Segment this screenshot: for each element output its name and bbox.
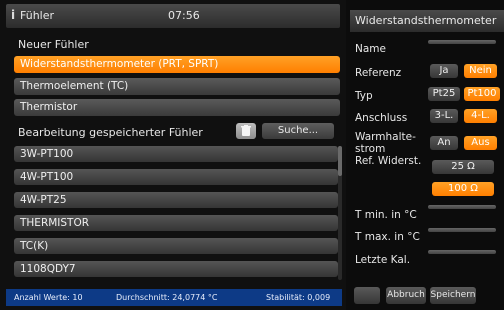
name-label: Name: [355, 43, 386, 55]
probe-type-rtd[interactable]: Widerstandsthermometer (PRT, SPRT): [14, 56, 340, 73]
new-probe-heading: Neuer Fühler: [18, 38, 89, 51]
scroll-thumb[interactable]: [338, 146, 342, 176]
value-count: Anzahl Werte: 10: [14, 293, 83, 302]
name-input[interactable]: [428, 40, 496, 44]
saved-probe-item[interactable]: TC(K): [14, 238, 338, 254]
connection-label: Anschluss: [355, 112, 408, 124]
probe-type-thermistor[interactable]: Thermistor: [14, 99, 340, 116]
reference-no-button[interactable]: Nein: [464, 64, 497, 78]
trash-icon: [241, 125, 251, 136]
saved-probe-item[interactable]: 4W-PT100: [14, 169, 338, 185]
average-value: Durchschnitt: 24,0774 °C: [116, 293, 218, 302]
type-pt25-button[interactable]: Pt25: [428, 87, 460, 101]
cancel-button[interactable]: Abbruch: [386, 287, 426, 304]
tmin-input[interactable]: [428, 205, 496, 209]
last-cal-label: Letzte Kal.: [355, 254, 411, 266]
type-label: Typ: [355, 90, 373, 102]
clock: 07:56: [168, 9, 200, 22]
blank-button[interactable]: [354, 287, 380, 304]
probe-list-panel: i Fühler 07:56 Neuer Fühler Widerstandst…: [0, 0, 346, 310]
tmax-input[interactable]: [428, 228, 496, 232]
stability-value: Stabilität: 0,009: [266, 293, 331, 302]
reference-yes-button[interactable]: Ja: [430, 64, 458, 78]
list-scrollbar[interactable]: [338, 146, 342, 280]
last-cal-input[interactable]: [428, 250, 496, 254]
tmin-label: T min. in °C: [355, 209, 417, 221]
type-pt100-button[interactable]: Pt100: [464, 87, 500, 101]
panel-title: Fühler: [20, 9, 55, 22]
tmax-label: T max. in °C: [355, 231, 420, 243]
ref-resistance-label: Ref. Widerst.: [355, 155, 422, 167]
warmhold-off-button[interactable]: Aus: [464, 136, 497, 150]
saved-probe-item[interactable]: THERMISTOR: [14, 215, 338, 231]
probe-type-thermocouple[interactable]: Thermoelement (TC): [14, 78, 340, 95]
warmhold-label: Warmhalte-strom: [355, 131, 416, 155]
save-button[interactable]: Speichern: [430, 287, 476, 304]
search-button[interactable]: Suche...: [262, 123, 334, 139]
connection-4wire-button[interactable]: 4-L.: [464, 109, 497, 123]
ref-resistance-100-button[interactable]: 100 Ω: [432, 182, 494, 196]
delete-button[interactable]: [236, 123, 256, 139]
saved-probes-heading: Bearbeitung gespeicherter Fühler: [18, 126, 203, 139]
saved-probe-item[interactable]: 3W-PT100: [14, 146, 338, 162]
saved-probe-item[interactable]: 1108QDY7: [14, 261, 338, 277]
info-icon[interactable]: i: [11, 8, 15, 22]
status-bar: Anzahl Werte: 10 Durchschnitt: 24,0774 °…: [6, 289, 342, 306]
saved-probe-item[interactable]: 4W-PT25: [14, 192, 338, 208]
ref-resistance-25-button[interactable]: 25 Ω: [432, 160, 494, 174]
title-bar: i Fühler 07:56: [6, 4, 340, 28]
connection-3wire-button[interactable]: 3-L.: [430, 109, 458, 123]
editor-title: Widerstandsthermometer: [350, 10, 504, 32]
reference-label: Referenz: [355, 67, 402, 79]
warmhold-on-button[interactable]: An: [430, 136, 458, 150]
probe-editor-panel: Widerstandsthermometer Name Referenz Ja …: [350, 0, 504, 310]
